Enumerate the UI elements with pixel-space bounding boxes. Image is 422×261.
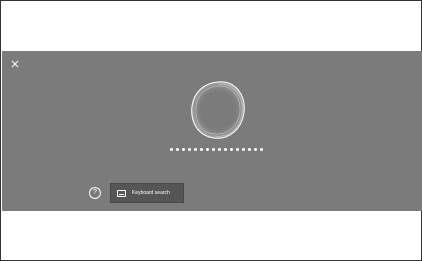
listening-dot	[254, 148, 257, 151]
close-icon	[11, 60, 19, 68]
listening-dot	[260, 148, 263, 151]
listening-dot	[236, 148, 239, 151]
listening-dot	[206, 148, 209, 151]
screen-frame: ? Keyboard search	[0, 0, 422, 261]
listening-dot	[248, 148, 251, 151]
keyboard-search-button[interactable]: Keyboard search	[110, 183, 184, 203]
listening-dot	[194, 148, 197, 151]
keyboard-search-label: Keyboard search	[132, 190, 170, 196]
listening-dot	[212, 148, 215, 151]
close-button[interactable]	[9, 57, 21, 69]
voice-search-overlay: ? Keyboard search	[2, 51, 422, 211]
listening-indicator	[170, 148, 263, 152]
listening-dot	[182, 148, 185, 151]
help-icon: ?	[93, 189, 97, 196]
listening-dot	[218, 148, 221, 151]
keyboard-icon	[117, 189, 126, 197]
listening-dot	[200, 148, 203, 151]
voice-listening-orb-icon	[191, 81, 245, 139]
listening-dot	[170, 148, 173, 151]
listening-dot	[224, 148, 227, 151]
listening-dot	[188, 148, 191, 151]
listening-dot	[176, 148, 179, 151]
listening-dot	[230, 148, 233, 151]
listening-dot	[242, 148, 245, 151]
help-button[interactable]: ?	[89, 187, 101, 199]
